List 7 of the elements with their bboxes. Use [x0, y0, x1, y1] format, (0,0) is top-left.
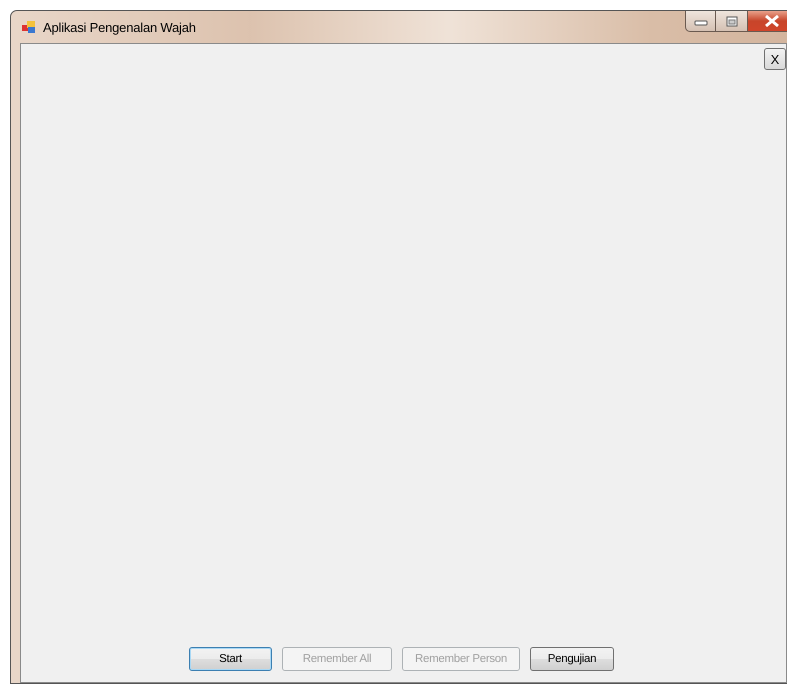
maximize-icon[interactable]	[726, 16, 738, 26]
test-button[interactable]: Pengujian	[530, 647, 614, 671]
close-icon[interactable]	[764, 15, 780, 27]
app-icon	[22, 20, 36, 34]
close-panel-button[interactable]: X	[764, 48, 786, 70]
start-button[interactable]: Start	[189, 647, 272, 671]
window-title: Aplikasi Pengenalan Wajah	[43, 20, 196, 34]
